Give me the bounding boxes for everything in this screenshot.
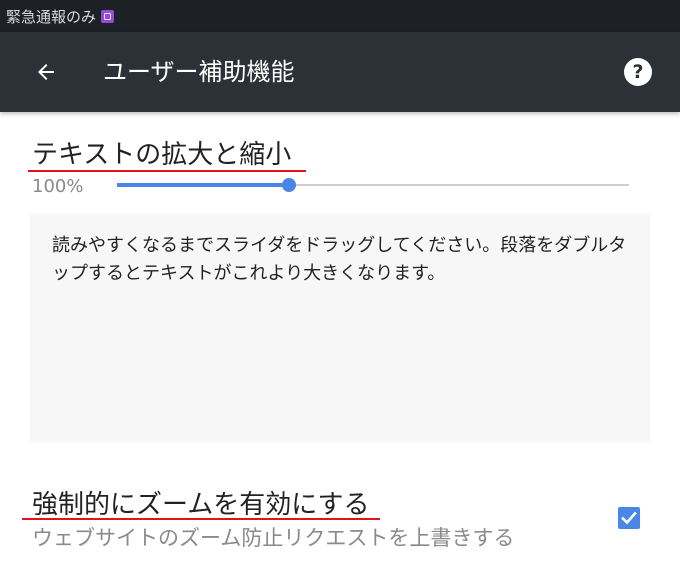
text-scale-slider[interactable]	[117, 176, 629, 194]
arrow-back-icon	[38, 64, 54, 80]
text-preview-box: 読みやすくなるまでスライダをドラッグしてください。段落をダブルタップするとテキス…	[30, 214, 650, 442]
text-scaling-title: テキストの拡大と縮小	[32, 140, 292, 170]
image-badge-icon	[101, 9, 115, 23]
slider-thumb[interactable]	[281, 178, 296, 192]
check-icon	[621, 511, 637, 525]
help-button[interactable]: ?	[624, 58, 652, 86]
status-bar: 緊急通報のみ	[0, 0, 680, 32]
help-circle-icon: ?	[632, 61, 644, 83]
annotation-underline	[22, 518, 380, 520]
force-zoom-title: 強制的にズームを有効にする	[32, 490, 370, 520]
preview-text: 読みやすくなるまでスライダをドラッグしてください。段落をダブルタップするとテキス…	[52, 235, 627, 284]
annotation-underline	[28, 170, 306, 172]
back-button[interactable]	[24, 50, 68, 94]
app-bar: ユーザー補助機能 ?	[0, 32, 680, 112]
force-zoom-summary: ウェブサイトのズーム防止リクエストを上書きする	[32, 526, 515, 550]
slider-fill	[117, 183, 289, 187]
page-title: ユーザー補助機能	[103, 58, 295, 86]
text-scale-value: 100%	[32, 176, 84, 197]
status-text: 緊急通報のみ	[6, 7, 97, 26]
force-zoom-checkbox[interactable]	[618, 507, 640, 529]
